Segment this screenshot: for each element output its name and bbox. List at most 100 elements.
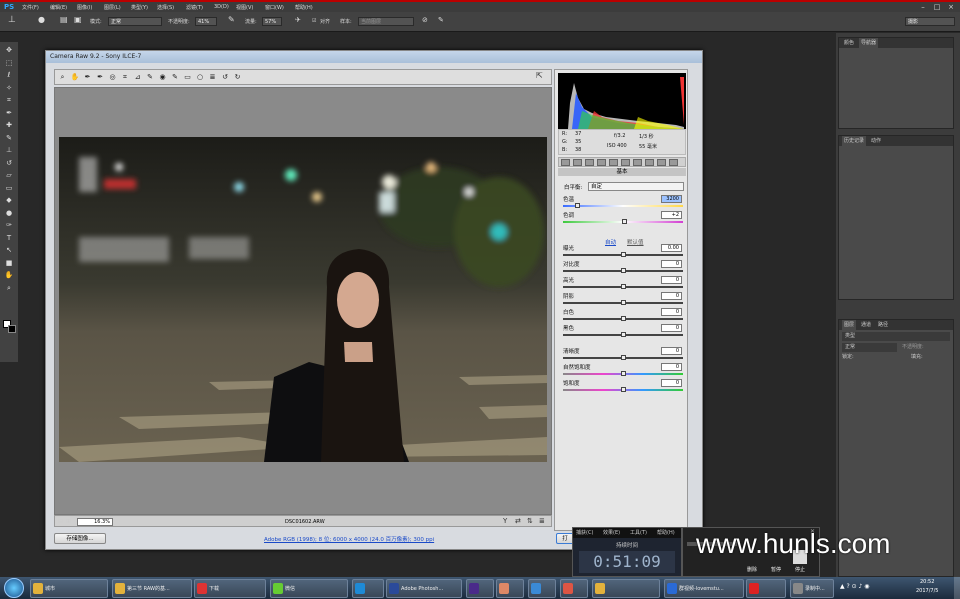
graduated-filter-icon[interactable]: ▭	[183, 73, 192, 82]
menu-item-9[interactable]: 窗口(W)	[265, 4, 284, 11]
crop-tool-icon[interactable]: ⌗	[4, 96, 14, 105]
align-checkbox[interactable]: ☑	[312, 18, 316, 24]
slider-value-input[interactable]: 3200	[661, 195, 682, 203]
slider-value-input[interactable]: 0	[661, 347, 682, 355]
path-select-icon[interactable]: ↖	[4, 246, 14, 255]
tone-curve-tab-icon[interactable]	[573, 159, 582, 166]
slider-thumb[interactable]	[620, 332, 626, 337]
rotate-ccw-icon[interactable]: ↺	[221, 73, 230, 82]
hsl-tab-icon[interactable]	[597, 159, 606, 166]
preferences-icon[interactable]: ≣	[208, 73, 217, 82]
recorder-menu-item[interactable]: 捕获(C)	[576, 529, 593, 536]
before-after-icon[interactable]: Y	[503, 517, 507, 525]
healing-tool-icon[interactable]: ✚	[4, 121, 14, 130]
background-color-swatch[interactable]	[8, 325, 16, 333]
slider-thumb[interactable]	[620, 355, 626, 360]
default-link[interactable]: 默认值	[627, 238, 644, 246]
taskbar-item-3[interactable]: 微信	[270, 579, 348, 598]
slider-value-input[interactable]: 0	[661, 379, 682, 387]
type-tool-icon[interactable]: T	[4, 234, 14, 243]
menu-item-6[interactable]: 滤镜(T)	[186, 4, 203, 11]
zoom-select[interactable]: 16.3%	[77, 518, 113, 526]
blend-mode-select[interactable]: 正常	[842, 343, 897, 352]
tab-channels[interactable]: 通道	[859, 320, 873, 330]
slider-thumb[interactable]	[620, 371, 626, 376]
auto-link[interactable]: 自动	[605, 238, 616, 246]
white-balance-icon[interactable]: ✒	[83, 73, 92, 82]
menu-item-3[interactable]: 图层(L)	[104, 4, 121, 11]
menu-item-2[interactable]: 图像(I)	[77, 4, 92, 11]
taskbar-item-2[interactable]: 下载	[194, 579, 266, 598]
tab-color[interactable]: 颜色	[842, 38, 856, 48]
slider-value-input[interactable]: +2	[661, 211, 682, 219]
toggle-settings-icon[interactable]: ≣	[539, 517, 545, 525]
blur-tool-icon[interactable]: ◆	[4, 196, 14, 205]
slider-thumb[interactable]	[620, 268, 626, 273]
photo-preview[interactable]	[59, 137, 547, 462]
stamp-tool-icon[interactable]: ⊥	[8, 15, 16, 25]
shape-tool-icon[interactable]: ■	[4, 259, 14, 268]
rotate-cw-icon[interactable]: ↻	[233, 73, 242, 82]
slider-value-input[interactable]: 0	[661, 260, 682, 268]
image-preview[interactable]	[54, 87, 552, 515]
gradient-tool-icon[interactable]: ▭	[4, 184, 14, 193]
hand-tool-icon[interactable]: ✋	[4, 271, 14, 280]
taskbar-item-4[interactable]	[352, 579, 384, 598]
slider-value-input[interactable]: 0	[661, 276, 682, 284]
taskbar-item-0[interactable]: 城市	[30, 579, 108, 598]
pressure-size-icon[interactable]: ✎	[438, 16, 444, 24]
stop-button[interactable]: 停止	[795, 566, 805, 573]
eraser-tool-icon[interactable]: ▱	[4, 171, 14, 180]
red-eye-icon[interactable]: ◉	[158, 73, 167, 82]
recorder-menu-item[interactable]: 工具(T)	[630, 529, 647, 536]
marquee-tool-icon[interactable]: ⬚	[4, 59, 14, 68]
taskbar-item-11[interactable]: 群视频-lovemstu...	[664, 579, 744, 598]
taskbar-item-10[interactable]	[592, 579, 660, 598]
quick-select-tool-icon[interactable]: ✧	[4, 84, 14, 93]
sample-select[interactable]: 当前图层	[358, 17, 414, 26]
mode-select[interactable]: 正常	[108, 17, 162, 26]
radial-filter-icon[interactable]: ○	[196, 73, 205, 82]
menu-item-1[interactable]: 编辑(E)	[50, 4, 67, 11]
delete-button[interactable]: 删除	[747, 566, 757, 573]
stamp-tool-icon[interactable]: ⊥	[4, 146, 14, 155]
slider-thumb[interactable]	[620, 284, 626, 289]
slider-value-input[interactable]: 0	[661, 292, 682, 300]
copy-settings-icon[interactable]: ⇅	[527, 517, 533, 525]
slider-thumb[interactable]	[620, 316, 626, 321]
tab-history[interactable]: 历史记录	[842, 136, 867, 146]
clock-date[interactable]: 2017/7/5	[916, 588, 938, 594]
dodge-tool-icon[interactable]: ●	[4, 209, 14, 218]
brush-preset-icon[interactable]: ●	[38, 15, 45, 24]
recorder-menu-item[interactable]: 效果(E)	[603, 529, 620, 536]
airbrush-icon[interactable]: ✈	[295, 16, 301, 24]
clock-time[interactable]: 20:52	[920, 579, 934, 585]
menu-item-0[interactable]: 文件(F)	[22, 4, 39, 11]
pause-button[interactable]: 暂停	[771, 566, 781, 573]
targeted-adjust-icon[interactable]: ◎	[108, 73, 117, 82]
taskbar-item-13[interactable]: 录制中...	[790, 579, 834, 598]
color-sampler-icon[interactable]: ✒	[96, 73, 105, 82]
maximize-button[interactable]: □	[930, 2, 944, 12]
lasso-tool-icon[interactable]: ℓ	[4, 71, 14, 80]
history-brush-icon[interactable]: ↺	[4, 159, 14, 168]
slider-thumb[interactable]	[574, 203, 580, 208]
menu-item-10[interactable]: 帮助(H)	[295, 4, 313, 11]
slider-thumb[interactable]	[620, 252, 626, 257]
snapshots-tab-icon[interactable]	[669, 159, 678, 166]
zoom-tool-icon[interactable]: ⌕	[4, 284, 14, 293]
slider-value-input[interactable]: 0	[661, 324, 682, 332]
recorder-menu-item[interactable]: 帮助(H)	[657, 529, 675, 536]
start-button[interactable]	[4, 578, 24, 598]
slider-thumb[interactable]	[621, 219, 627, 224]
taskbar-item-8[interactable]	[528, 579, 556, 598]
tab-paths[interactable]: 路径	[876, 320, 890, 330]
fx-tab-icon[interactable]	[633, 159, 642, 166]
workflow-options-link[interactable]: Adobe RGB (1998); 8 位; 6000 x 4000 (24.0…	[264, 535, 434, 543]
spot-removal-icon[interactable]: ✎	[146, 73, 155, 82]
lens-tab-icon[interactable]	[621, 159, 630, 166]
show-desktop-button[interactable]	[954, 577, 960, 599]
fullscreen-icon[interactable]: ⇱	[536, 71, 543, 80]
straighten-icon[interactable]: ⊿	[133, 73, 142, 82]
close-button[interactable]: ×	[944, 2, 958, 12]
